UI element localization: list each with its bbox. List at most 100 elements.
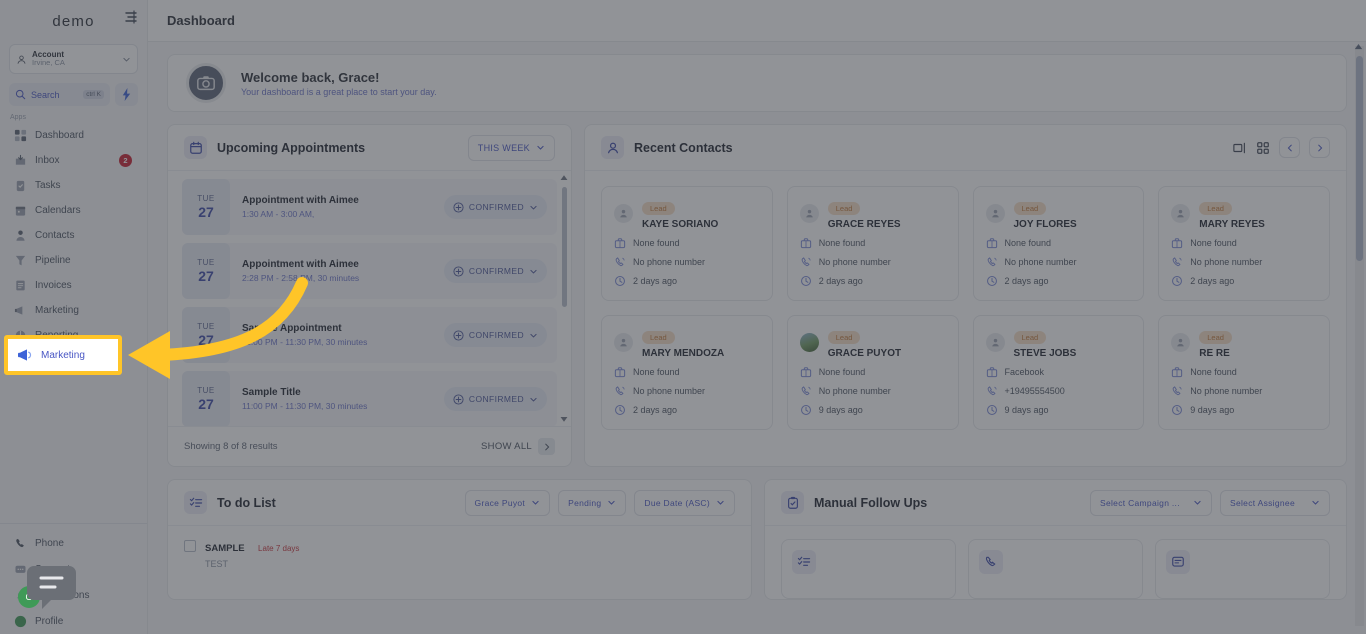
checklist-icon (184, 491, 207, 514)
bolt-icon[interactable] (115, 83, 138, 106)
contact-time-row: 2 days ago (1171, 275, 1317, 287)
phone-ring-icon (986, 256, 998, 268)
followups-campaign-filter[interactable]: Select Campaign ... (1090, 489, 1212, 516)
sidebar-item-phone[interactable]: Phone (3, 530, 144, 556)
contact-name: GRACE PUYOT (827, 348, 902, 359)
chat-widget-button[interactable] (24, 560, 79, 615)
appointment-title: Appointment with Aimee (242, 259, 359, 270)
contact-card[interactable]: Lead RE RE None found No phone number 9 days… (1158, 315, 1330, 430)
appointment-dow: TUE (197, 386, 215, 395)
upcoming-appointments-panel: Upcoming Appointments THIS WEEK TUE 27 A… (167, 124, 572, 467)
todo-sort-filter[interactable]: Due Date (ASC) (634, 489, 735, 516)
chevron-down-icon (536, 143, 545, 152)
sidebar-item-label: Marketing (35, 305, 79, 316)
sidebar-item-contacts[interactable]: Contacts (3, 223, 144, 248)
appointment-row[interactable]: TUE 27 Appointment with Aimee 1:30 AM - … (182, 179, 557, 235)
appointment-time: 2:28 PM - 2:58 PM, 30 minutes (242, 273, 360, 283)
welcome-title: Welcome back, Grace! (241, 69, 380, 85)
todo-checkbox[interactable] (184, 540, 196, 552)
todo-assignee-filter[interactable]: Grace Puyot (464, 489, 551, 516)
contact-name: MARY REYES (1199, 219, 1265, 230)
contact-card[interactable]: Lead JOY FLORES None found No phone number 2… (972, 186, 1145, 301)
followup-card[interactable] (781, 539, 956, 599)
status-badge: Lead (642, 331, 675, 344)
show-all-label: SHOW ALL (481, 441, 532, 452)
contact-time: 2 days ago (818, 276, 863, 286)
scroll-down-icon[interactable] (560, 416, 568, 422)
list-view-icon[interactable] (1233, 141, 1247, 155)
scroll-up-icon[interactable] (560, 175, 568, 181)
show-all-button[interactable]: SHOW ALL (481, 438, 555, 455)
contact-time-row: 2 days ago (614, 404, 760, 416)
contact-card[interactable]: Lead STEVE JOBS Facebook +19495554500 9 days… (972, 315, 1145, 430)
status-badge: Lead (1199, 202, 1232, 215)
scrollbar-thumb[interactable] (561, 187, 567, 307)
contact-card[interactable]: Lead MARY REYES None found No phone number 2… (1158, 186, 1330, 301)
followup-card[interactable] (1155, 539, 1330, 599)
scrollbar-thumb[interactable] (1356, 56, 1363, 261)
briefcase-icon (800, 366, 812, 378)
appointment-status-dropdown[interactable]: CONFIRMED (443, 195, 547, 219)
status-badge: Lead (642, 202, 675, 215)
contact-card[interactable]: Lead GRACE PUYOT None found No phone number… (786, 315, 959, 430)
appointments-scrollbar[interactable] (560, 175, 568, 422)
sidebar-item-calendars[interactable]: Calendars (3, 198, 144, 223)
todo-late-badge: Late 7 days (258, 544, 300, 553)
contact-phone: No phone number (1190, 386, 1263, 396)
inbox-badge: 2 (119, 154, 132, 167)
contact-company-row: None found (614, 237, 760, 249)
appointment-time: 11:00 PM - 11:30 PM, 30 minutes (242, 401, 368, 411)
followup-card[interactable] (968, 539, 1143, 599)
phone-ring-icon (986, 385, 998, 397)
followups-assignee-filter[interactable]: Select Assignee (1220, 489, 1330, 516)
appointment-row[interactable]: TUE 27 Sample Title 11:00 PM - 11:30 PM,… (182, 371, 557, 426)
contact-card[interactable]: Lead KAYE SORIANO None found No phone numbe… (601, 186, 773, 301)
page-scrollbar[interactable] (1355, 46, 1364, 626)
hamburger-icon[interactable] (123, 9, 139, 25)
contact-time: 2 days ago (633, 405, 678, 415)
appointment-date: TUE 27 (182, 243, 230, 299)
contact-phone-row: No phone number (614, 385, 760, 397)
sidebar-item-marketing[interactable]: Marketing (3, 298, 144, 323)
search-input[interactable]: Search ctrl K (9, 83, 110, 106)
briefcase-icon (614, 366, 626, 378)
appointment-row[interactable]: TUE 27 Sample Appointment 11:00 PM - 11:… (182, 307, 557, 363)
chevron-down-icon (529, 267, 538, 276)
todo-row[interactable]: SAMPLE Late 7 days TEST (168, 526, 751, 569)
contact-name: JOY FLORES (1013, 219, 1077, 230)
account-location: Irvine, CA (32, 58, 65, 68)
contact-company: None found (1004, 238, 1052, 248)
appointments-range-filter[interactable]: THIS WEEK (467, 134, 555, 161)
contact-company-row: None found (614, 366, 760, 378)
contacts-prev-button[interactable] (1279, 137, 1300, 158)
chevron-right-icon[interactable] (538, 438, 555, 455)
message-icon (1166, 550, 1190, 574)
appointment-status-dropdown[interactable]: CONFIRMED (443, 387, 547, 411)
clock-icon (614, 404, 626, 416)
appointment-status-dropdown[interactable]: CONFIRMED (443, 323, 547, 347)
contact-phone: No phone number (633, 386, 706, 396)
contacts-next-button[interactable] (1309, 137, 1330, 158)
appointment-row[interactable]: TUE 27 Appointment with Aimee 2:28 PM - … (182, 243, 557, 299)
sidebar-item-inbox[interactable]: Inbox 2 (3, 148, 144, 173)
sidebar-item-marketing-highlighted[interactable]: Marketing (4, 335, 122, 375)
account-selector[interactable]: Account Irvine, CA (9, 44, 138, 74)
sidebar-item-pipeline[interactable]: Pipeline (3, 248, 144, 273)
contact-card[interactable]: Lead MARY MENDOZA None found No phone numbe… (601, 315, 773, 430)
tasks-icon (13, 179, 27, 193)
todo-status-filter[interactable]: Pending (558, 489, 627, 516)
appointment-dom: 27 (198, 396, 214, 412)
sidebar-item-invoices[interactable]: Invoices (3, 273, 144, 298)
manual-followups-panel: Manual Follow Ups Select Campaign ... Se… (764, 479, 1347, 600)
contact-phone-row: No phone number (1171, 256, 1317, 268)
contact-company: None found (633, 367, 680, 377)
apps-section-label: Apps (10, 114, 26, 121)
sidebar-item-dashboard[interactable]: Dashboard (3, 123, 144, 148)
contact-card[interactable]: Lead GRACE REYES None found No phone number… (786, 186, 959, 301)
sidebar-item-tasks[interactable]: Tasks (3, 173, 144, 198)
contact-company: None found (818, 367, 866, 377)
sidebar-item-label: Marketing (41, 349, 85, 361)
appointments-title: Upcoming Appointments (217, 140, 366, 155)
grid-view-icon[interactable] (1256, 141, 1270, 155)
appointment-status-dropdown[interactable]: CONFIRMED (443, 259, 547, 283)
